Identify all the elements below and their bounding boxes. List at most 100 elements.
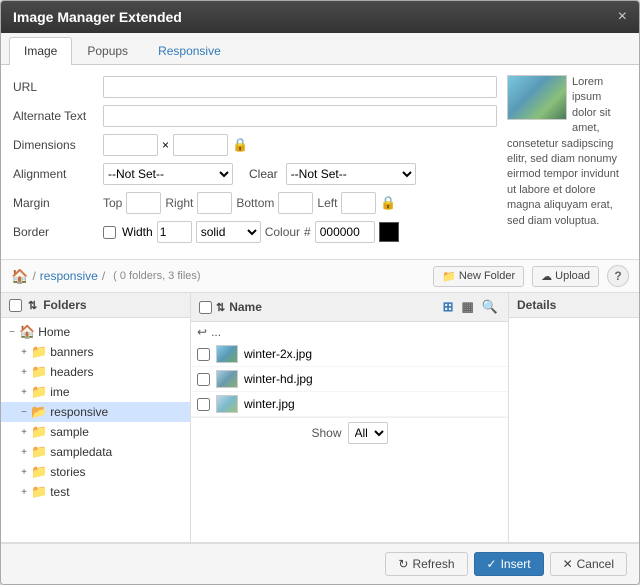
upload-icon: ☁ <box>541 270 552 283</box>
form-area: URL Alternate Text Dimensions × 🔒 <box>1 65 639 260</box>
search-icon[interactable]: 🔍 <box>480 298 500 316</box>
tab-popups[interactable]: Popups <box>72 37 143 64</box>
upload-button[interactable]: ☁ Upload <box>532 266 599 287</box>
expand-test[interactable]: + <box>17 487 31 498</box>
stories-folder-icon: 📁 <box>31 464 47 480</box>
clear-select[interactable]: --Not Set-- Left Right Both <box>286 163 416 185</box>
expand-stories[interactable]: + <box>17 467 31 478</box>
file-panel: ⇅ Name ⊞ ▦ 🔍 ↩ ... winter-2x.jpg <box>191 293 509 542</box>
alignment-inputs: --Not Set-- Left Center Right Clear --No… <box>103 163 416 185</box>
margin-right-input[interactable] <box>197 192 232 214</box>
tree-item-sample[interactable]: + 📁 sample <box>1 422 190 442</box>
expand-responsive[interactable]: − <box>17 407 31 418</box>
new-folder-button[interactable]: 📁 New Folder <box>433 266 524 287</box>
border-checkbox[interactable] <box>103 226 116 239</box>
margin-right-label: Right <box>165 196 193 210</box>
file-item-2[interactable]: winter.jpg <box>191 392 508 417</box>
alignment-select[interactable]: --Not Set-- Left Center Right <box>103 163 233 185</box>
tab-image[interactable]: Image <box>9 37 72 65</box>
lock-icon: 🔒 <box>232 137 248 153</box>
insert-button[interactable]: ✓ Insert <box>474 552 544 576</box>
expand-sampledata[interactable]: + <box>17 447 31 458</box>
show-select[interactable]: All 10 20 50 <box>348 422 388 444</box>
breadcrumb-actions: 📁 New Folder ☁ Upload ? <box>433 265 629 287</box>
tree-item-sampledata[interactable]: + 📁 sampledata <box>1 442 190 462</box>
headers-folder-icon: 📁 <box>31 364 47 380</box>
file-checkbox-0[interactable] <box>197 348 210 361</box>
folder-tree: − 🏠 Home + 📁 banners + 📁 headers <box>1 318 190 537</box>
url-input[interactable] <box>103 76 497 98</box>
tab-responsive[interactable]: Responsive <box>143 37 236 64</box>
border-label: Border <box>13 225 103 239</box>
border-inputs: Width Style solid dashed dotted Colour # <box>103 221 399 243</box>
colour-swatch[interactable] <box>379 222 399 242</box>
file-name-2: winter.jpg <box>244 397 295 411</box>
expand-ime[interactable]: + <box>17 387 31 398</box>
margin-lock-icon: 🔒 <box>380 195 396 211</box>
tree-label-banners: banners <box>50 345 93 359</box>
margin-top-label: Top <box>103 196 122 210</box>
folder-select-all[interactable] <box>9 299 22 312</box>
tree-item-headers[interactable]: + 📁 headers <box>1 362 190 382</box>
sort-icon[interactable]: ⇅ <box>28 299 37 312</box>
tree-item-banners[interactable]: + 📁 banners <box>1 342 190 362</box>
back-label: ... <box>211 325 221 339</box>
help-icon: ? <box>614 269 621 283</box>
border-style-select[interactable]: Style solid dashed dotted <box>196 221 261 243</box>
tree-item-ime[interactable]: + 📁 ime <box>1 382 190 402</box>
expand-sample[interactable]: + <box>17 427 31 438</box>
file-item-0[interactable]: winter-2x.jpg <box>191 342 508 367</box>
dim-width-input[interactable] <box>103 134 158 156</box>
expand-banners[interactable]: + <box>17 347 31 358</box>
details-panel: Details <box>509 293 639 542</box>
expand-home[interactable]: − <box>5 327 19 338</box>
tree-label-ime: ime <box>50 385 69 399</box>
new-folder-label: New Folder <box>459 270 515 282</box>
file-checkbox-2[interactable] <box>197 398 210 411</box>
cancel-button[interactable]: ✕ Cancel <box>550 552 627 576</box>
expand-headers[interactable]: + <box>17 367 31 378</box>
margin-bottom-input[interactable] <box>278 192 313 214</box>
align-label: Alignment <box>13 167 103 181</box>
image-manager-dialog: Image Manager Extended × Image Popups Re… <box>0 0 640 585</box>
folder-icon: 📁 <box>442 270 456 283</box>
file-select-all[interactable] <box>199 301 212 314</box>
refresh-icon: ↻ <box>398 557 408 571</box>
alt-input[interactable] <box>103 105 497 127</box>
file-checkbox-1[interactable] <box>197 373 210 386</box>
tree-item-test[interactable]: + 📁 test <box>1 482 190 502</box>
file-view-icons: ⊞ ▦ 🔍 <box>441 298 500 316</box>
refresh-button[interactable]: ↻ Refresh <box>385 552 467 576</box>
margin-left-label: Left <box>317 196 337 210</box>
breadcrumb-sep1: / <box>32 269 35 283</box>
tree-item-home[interactable]: − 🏠 Home <box>1 322 190 342</box>
tree-label-sample: sample <box>50 425 89 439</box>
tree-label-sampledata: sampledata <box>50 445 112 459</box>
dim-height-input[interactable] <box>173 134 228 156</box>
breadcrumb-info: ( 0 folders, 3 files) <box>113 270 200 282</box>
list-view-icon[interactable]: ▦ <box>460 298 476 316</box>
margin-top-input[interactable] <box>126 192 161 214</box>
close-button[interactable]: × <box>618 9 627 25</box>
border-width-input[interactable] <box>157 221 192 243</box>
help-button[interactable]: ? <box>607 265 629 287</box>
dim-inputs: × 🔒 <box>103 134 248 156</box>
alt-row: Alternate Text <box>13 104 497 128</box>
colour-input[interactable] <box>315 221 375 243</box>
dim-row: Dimensions × 🔒 <box>13 133 497 157</box>
home-icon[interactable]: 🏠 <box>11 268 28 285</box>
tree-item-stories[interactable]: + 📁 stories <box>1 462 190 482</box>
url-label: URL <box>13 80 103 94</box>
tree-label-home: Home <box>38 325 70 339</box>
file-sort-icon[interactable]: ⇅ <box>216 301 225 314</box>
file-item-1[interactable]: winter-hd.jpg <box>191 367 508 392</box>
margin-left-input[interactable] <box>341 192 376 214</box>
dialog-title: Image Manager Extended <box>13 9 182 25</box>
insert-label: Insert <box>501 557 531 571</box>
tree-item-responsive[interactable]: − 📂 responsive <box>1 402 190 422</box>
folders-label: Folders <box>43 298 86 312</box>
breadcrumb-link[interactable]: responsive <box>40 269 98 283</box>
grid-view-icon[interactable]: ⊞ <box>441 298 456 316</box>
back-item[interactable]: ↩ ... <box>191 322 508 342</box>
border-width-label: Width <box>122 225 153 239</box>
